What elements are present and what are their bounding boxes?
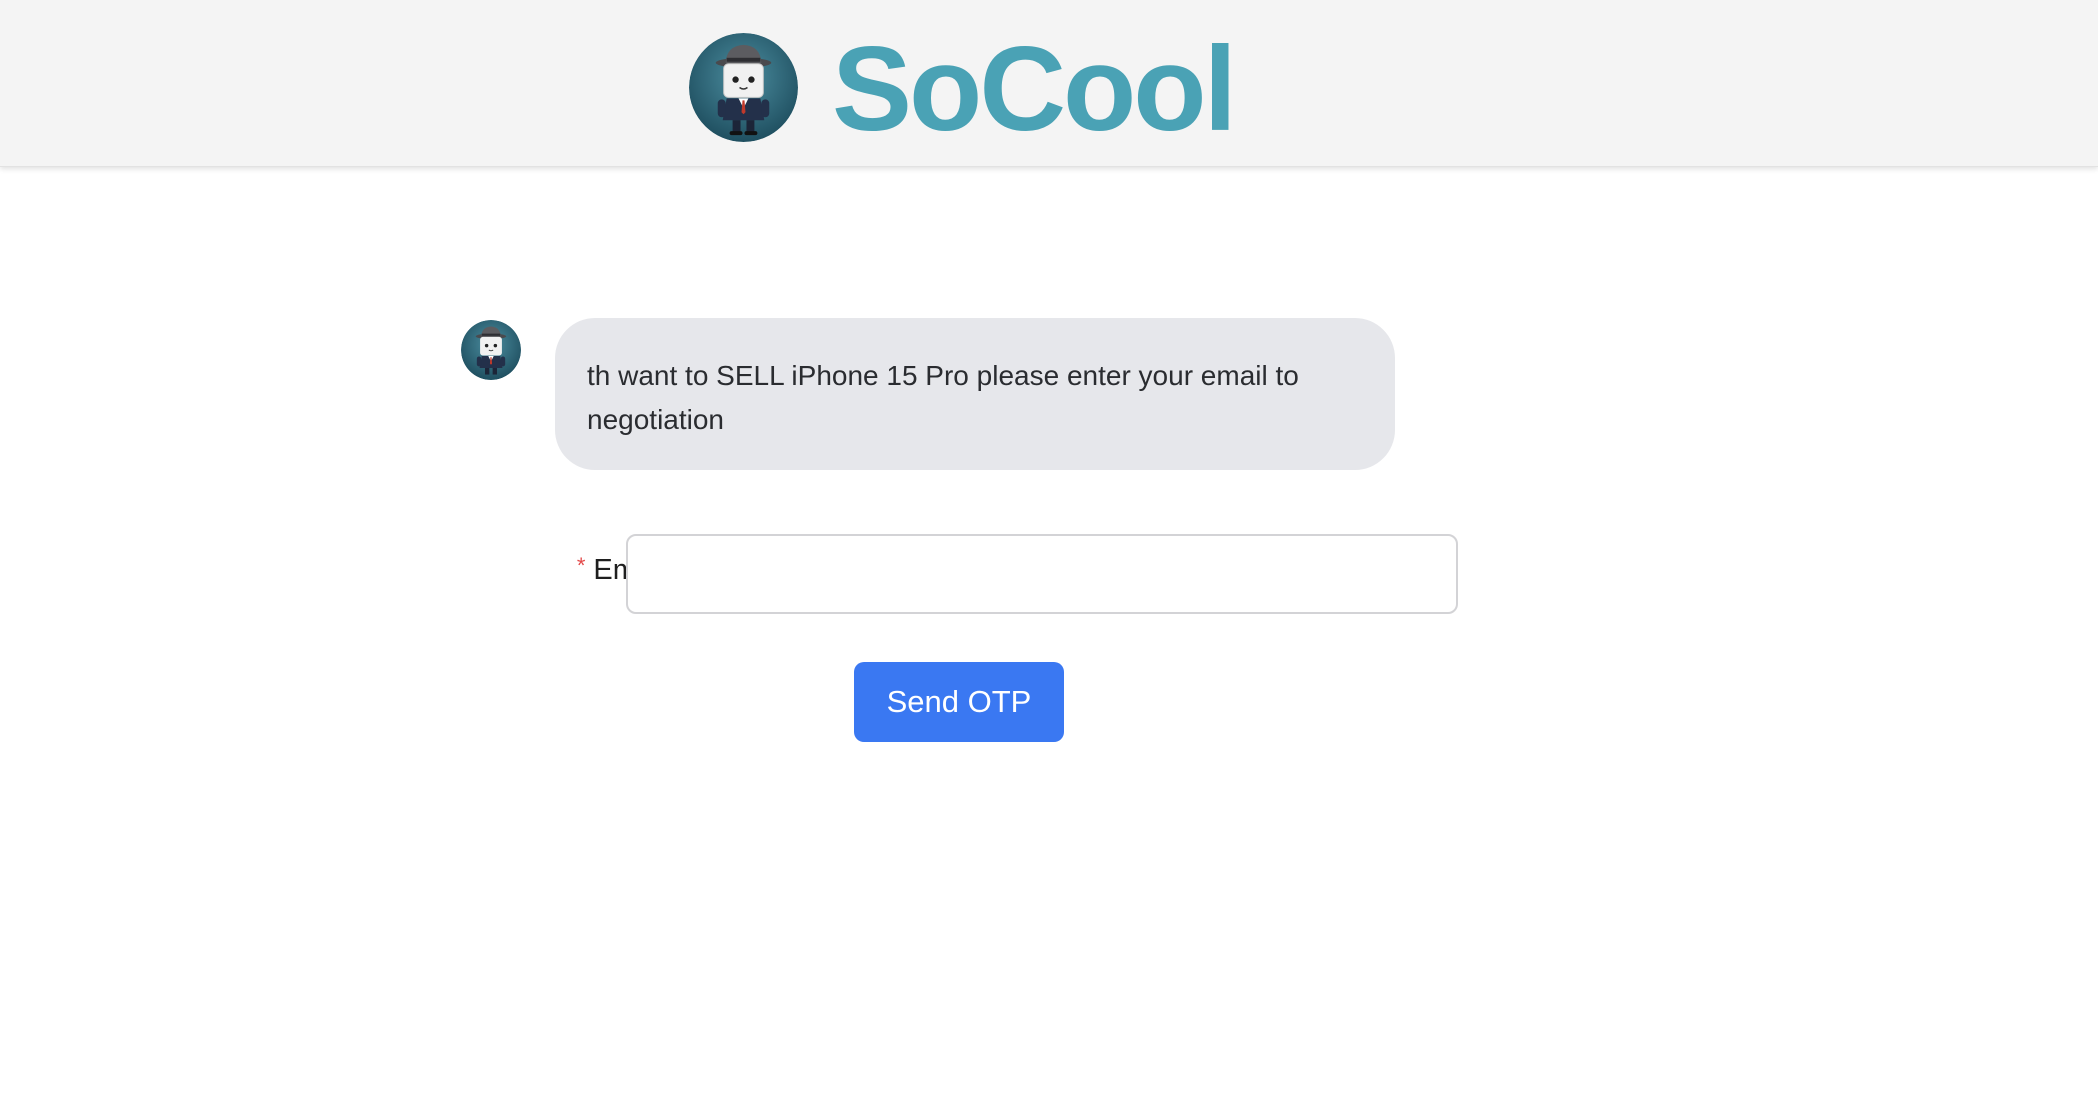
chat-message-row: th want to SELL iPhone 15 Pro please ent… [461,318,1395,470]
robot-detective-avatar-icon [461,320,521,380]
send-otp-button[interactable]: Send OTP [854,662,1064,742]
brand-name: SoCool [832,22,1237,156]
app-header: SoCool [0,0,2098,167]
robot-detective-avatar-icon [689,32,798,142]
email-form-row: *Email: [400,534,1460,614]
chat-message-text: th want to SELL iPhone 15 Pro please ent… [587,360,1299,435]
chat-bubble: th want to SELL iPhone 15 Pro please ent… [555,318,1395,470]
email-input[interactable] [626,534,1458,614]
brand[interactable]: SoCool [689,22,1237,156]
required-mark: * [576,553,586,578]
